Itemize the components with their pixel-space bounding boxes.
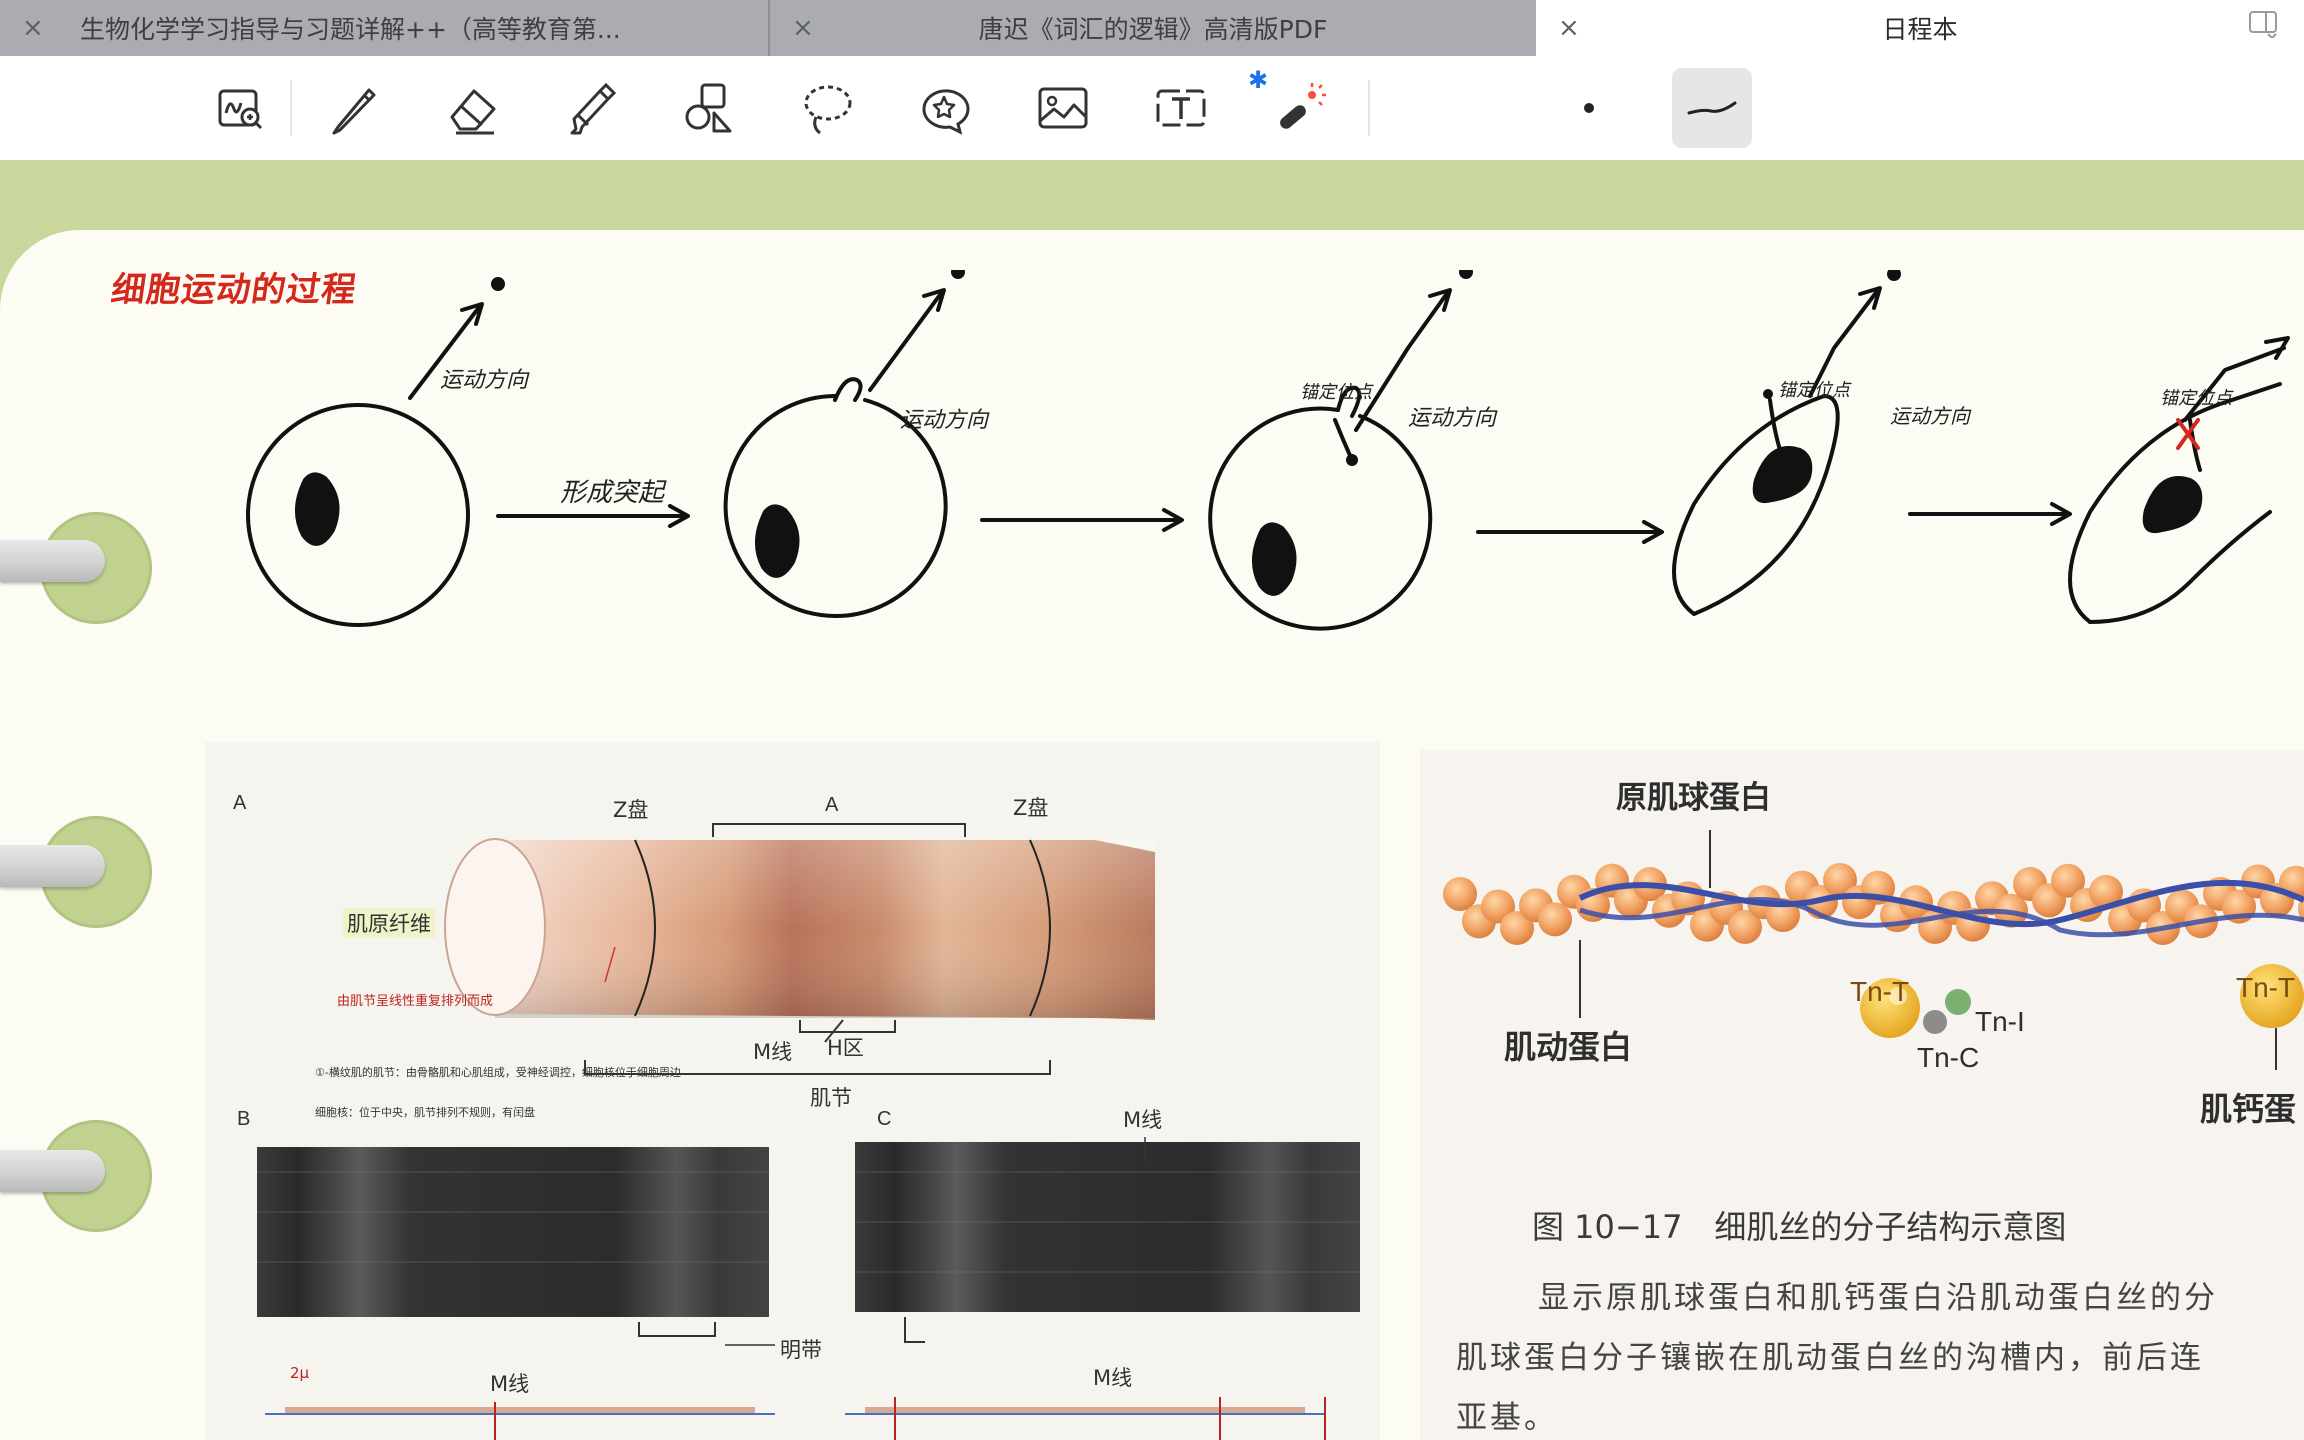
binder-clip [0,1150,105,1192]
label-direction: 运动方向 [1408,406,1497,431]
sticker-icon[interactable] [910,73,980,143]
actin-label: 肌动蛋白 [1504,1028,1633,1066]
binder-clip [0,540,105,582]
label-adhesion: 锚定位点 [1300,382,1372,403]
pen-icon[interactable] [320,73,390,143]
label-adhesion: 锚定位点 [1778,380,1850,401]
body-text-line: 显示原肌球蛋白和肌钙蛋白沿肌动蛋白丝的分 [1538,1280,2218,1316]
handwritten-note-line: 细胞核：位于中央，肌节排列不规则，有闰盘 [315,1106,535,1119]
body-text-line: 亚基。 [1456,1400,1558,1436]
bright-band-label: 明带 [780,1338,822,1362]
sarcomere-label: 肌节 [810,1086,852,1110]
m-line-label: M线 [1093,1366,1133,1390]
panel-label: B [237,1108,251,1130]
binder-clip [0,845,105,887]
panel-label: C [877,1108,892,1130]
cell-migration-sketch [246,270,2290,631]
red-handwritten-note: 由肌节呈线性重复排列而成 [337,994,494,1009]
a-band-label: A [825,794,839,816]
split-view-icon[interactable] [2248,8,2278,40]
label-adhesion: 锚定位点 [2160,388,2232,409]
annotation-toolbar: ✱ [0,56,2304,161]
tnt-label: Tn-T [1850,976,1910,1007]
tab-bar: × 生物化学学习指导与习题详解++（高等教育第... × 唐迟《词汇的逻辑》高清… [0,0,2304,56]
bluetooth-icon: ✱ [1248,66,1269,94]
tnc-label: Tn-C [1917,1042,1980,1073]
label-direction: 运动方向 [440,368,529,393]
toolbar-separator [290,80,292,136]
label-direction: 运动方向 [1890,404,1970,428]
z-disc-label: Z盘 [1013,796,1049,820]
close-tab-icon[interactable]: × [792,13,814,43]
figure-myofibril[interactable]: A Z盘 A Z盘 肌原纤维 由肌节呈线性重复排列而成 M线 H区 肌节 ①-横… [205,742,1380,1440]
red-handwritten-note: 2μ [290,1364,310,1382]
tropomyosin-label: 原肌球蛋白 [1616,780,1771,816]
m-line-label: M线 [490,1372,530,1396]
h-zone-label: H区 [827,1036,864,1060]
figure-caption: 图 10−17 细肌丝的分子结构示意图 [1532,1208,2067,1246]
panel-label: A [233,792,247,814]
tab-biochemistry[interactable]: × 生物化学学习指导与习题详解++（高等教育第... [0,0,768,56]
tab-title: 生物化学学习指导与习题详解++（高等教育第... [80,15,621,44]
actin-beads [1443,863,2304,945]
tab-schedule[interactable]: × 日程本 [1536,0,2304,56]
shapes-icon[interactable] [674,73,744,143]
myofibril-label: 肌原纤维 [343,908,435,938]
laser-pointer-icon[interactable] [1264,73,1334,143]
tab-title: 日程本 [1882,15,1958,44]
toolbar-separator [1368,80,1370,136]
text-box-icon[interactable] [1146,73,1216,143]
figure-thin-filament[interactable]: 原肌球蛋白 肌动蛋白 Tn-T Tn-I Tn-C Tn-T 肌钙蛋 图 10−… [1420,750,2304,1440]
actin-monomer [1538,902,1572,937]
pen-size-curve-stroke[interactable] [1672,68,1752,148]
tni-label: Tn-I [1975,1006,2025,1037]
cell-outline [246,403,470,627]
m-line-label: M线 [1123,1108,1163,1132]
tab-vocabulary-logic[interactable]: × 唐迟《词汇的逻辑》高清版PDF [770,0,1536,56]
m-line-label: M线 [753,1040,793,1064]
label-protrusion: 形成突起 [560,478,665,508]
notebook-cover-band [0,160,2304,230]
label-direction: 运动方向 [900,408,989,433]
handwritten-note-line: ①-横纹肌的肌节：由骨骼肌和心肌组成，受神经调控，细胞核位于细胞周边 [315,1066,681,1079]
eraser-icon[interactable] [438,73,508,143]
lasso-icon[interactable] [792,73,862,143]
close-tab-icon[interactable]: × [22,13,44,43]
z-disc-label: Z盘 [613,798,649,822]
zoom-handwriting-icon[interactable] [204,73,274,143]
image-icon[interactable] [1028,73,1098,143]
tnt-label: Tn-T [2236,972,2296,1003]
body-text-line: 肌球蛋白分子镶嵌在肌动蛋白丝的沟槽内，前后连 [1456,1340,2204,1376]
troponin-label: 肌钙蛋 [2200,1090,2297,1128]
tab-title: 唐迟《词汇的逻辑》高清版PDF [978,15,1328,44]
pen-size-small-dot[interactable] [1554,73,1624,143]
highlighter-icon[interactable] [556,73,626,143]
close-tab-icon[interactable]: × [1558,13,1580,43]
